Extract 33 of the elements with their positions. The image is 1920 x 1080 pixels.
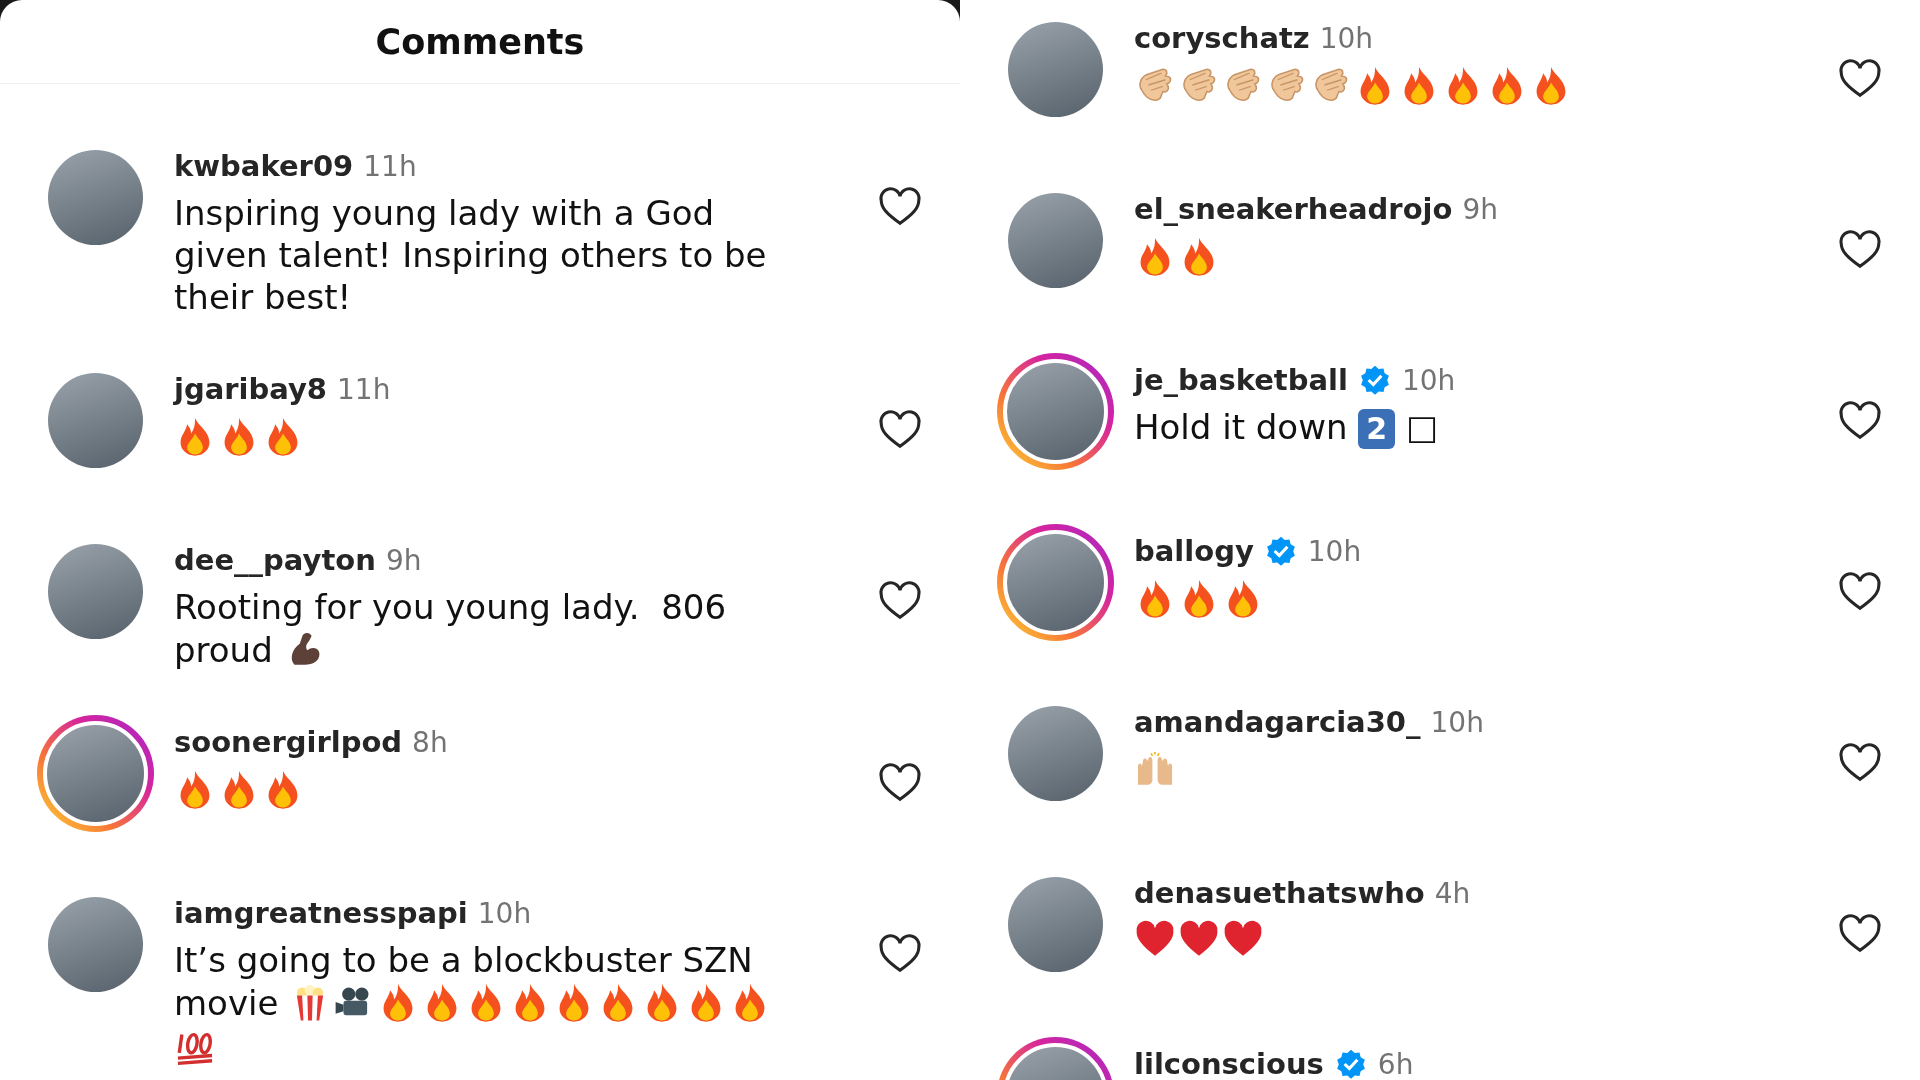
username[interactable]: amandagarcia30_ (1134, 705, 1421, 739)
comment-time: 10h (1319, 21, 1374, 55)
username[interactable]: jgaribay8 (174, 372, 328, 406)
comment-time: 9h (385, 543, 422, 577)
comment-text: Rooting for you young lady. 806 (174, 587, 727, 627)
comment-time: 10h (1307, 534, 1362, 568)
panel-title: Comments (375, 21, 585, 62)
comment-text: movie (174, 983, 280, 1023)
comment-time: 10h (477, 896, 532, 930)
comment-text: It’s going to be a blockbuster SZN (174, 940, 753, 980)
username[interactable]: ballogy (1134, 534, 1254, 568)
comment-time: 11h (363, 149, 417, 183)
username[interactable]: iamgreatnesspapi (174, 896, 468, 930)
username[interactable]: dee__payton (174, 543, 376, 577)
keycap-emoji: 2 (1358, 409, 1396, 449)
comment-text: Inspiring young lady with a God given talent! Inspiring others to be their best! (174, 193, 768, 317)
comment-time: 10h (1430, 705, 1484, 739)
username[interactable]: el_sneakerheadrojo (1134, 192, 1453, 226)
comment-time: 11h (337, 372, 391, 406)
comment-time: 6h (1377, 1047, 1414, 1080)
comment-text: □ (1405, 407, 1439, 447)
comment-text: proud (174, 630, 274, 670)
comment-time: 10h (1401, 363, 1456, 397)
username[interactable]: kwbaker09 (174, 149, 354, 183)
username[interactable]: lilconscious (1134, 1047, 1324, 1080)
comment-text: Hold it down (1134, 407, 1349, 447)
username[interactable]: denasuethatswho (1134, 876, 1425, 910)
username[interactable]: coryschatz (1134, 21, 1310, 55)
username[interactable]: soonergirlpod (174, 725, 403, 759)
comment-time: 8h (412, 725, 448, 759)
comment-time: 9h (1462, 192, 1499, 226)
comment-time: 4h (1434, 876, 1471, 910)
username[interactable]: je_basketball (1134, 363, 1348, 397)
